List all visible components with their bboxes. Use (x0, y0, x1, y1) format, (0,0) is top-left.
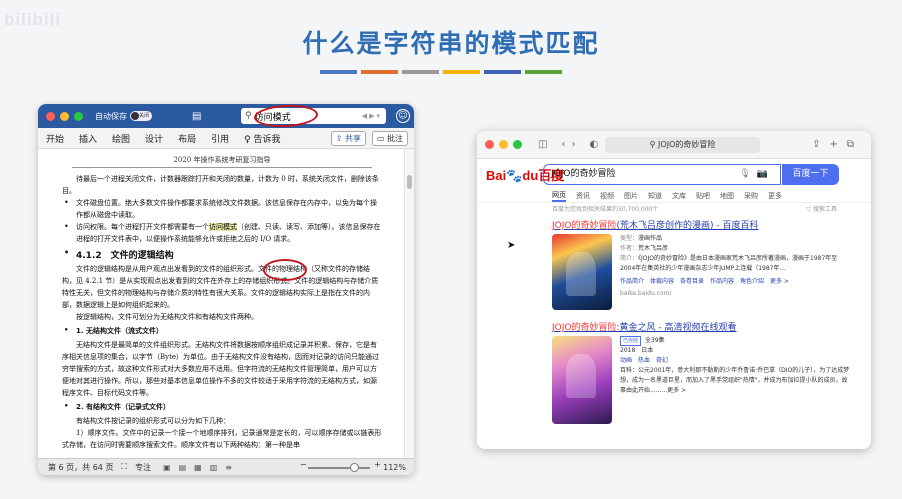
scroll-thumb[interactable] (407, 175, 412, 189)
zoom-slider-thumb[interactable] (350, 463, 359, 472)
autosave-label: 自动保存 (95, 111, 127, 121)
result-title-link[interactable]: JOJO的奇妙冒险(荒木飞吕彦创作的漫画) - 百度百科 (552, 218, 871, 231)
zoom-button[interactable] (74, 111, 83, 121)
status-badge: 已完结 (620, 336, 642, 346)
tab-references[interactable]: 引用 (211, 132, 229, 145)
slide-title: 什么是字符串的模式匹配 (302, 29, 600, 58)
view-mode-icons[interactable]: ▣▤▦▥≡ (163, 463, 240, 472)
baidu-tab[interactable]: 图片 (624, 191, 638, 201)
traffic-lights (46, 111, 83, 121)
privacy-shield-icon[interactable]: ◐ (589, 139, 598, 150)
doc-paragraph: 文件的逻辑结构是从用户观点出发看到的文件的组织形式。文件的物理结构（又称文件的存… (62, 265, 379, 309)
baidu-search-button[interactable]: 百度一下 (782, 164, 839, 185)
baidu-tabs: 网页 资讯 视频 图片 知道 文库 贴吧 地图 采购 更多 (477, 189, 871, 203)
doc-paragraph: 有结构文件按记录的组织形式可以分为如下几种： (76, 417, 230, 425)
search-icon: ⚲ (245, 111, 252, 121)
zoom-out-icon[interactable]: − (300, 460, 307, 469)
focus-label[interactable]: 专注 (135, 462, 151, 473)
tab-design[interactable]: 设计 (145, 132, 163, 145)
baidu-tab[interactable]: 地图 (720, 191, 734, 201)
result-source: baike.baidu.com/ (620, 290, 672, 297)
result-title-link[interactable]: JOJO的奇妙冒险:黄金之风 - 高清视频在线观看 (552, 320, 871, 333)
focus-mode-icon[interactable]: ⛶ (121, 462, 127, 472)
document-icon: ▤ (192, 110, 202, 122)
document-page[interactable]: 2020 年操作系统考研复习指导 待最后一个进程关闭文件，计数器跟踪打开和关闭的… (38, 149, 404, 458)
color-bar (320, 70, 562, 74)
result-sublinks[interactable]: 作品简介 体裁内容 各卷目录 作品内容 角色介绍 更多 > (620, 277, 850, 287)
tab-home[interactable]: 开始 (46, 132, 64, 145)
close-button[interactable] (485, 140, 494, 149)
result-thumbnail[interactable] (552, 336, 612, 424)
word-window: 自动保存 关闭 ▤ ⚲ 访问模式 ◀▶▾ ☺ 开始 插入 绘图 设计 布局 引用… (38, 104, 414, 475)
color-segment (525, 70, 562, 74)
safari-window: ◫ ‹› ◐ ⚲ JOJO的奇妙冒险 ⇪+⧉ Bai🐾du百度 JOJO的奇妙冒… (477, 131, 871, 449)
word-titlebar: 自动保存 关闭 ▤ ⚲ 访问模式 ◀▶▾ ☺ (38, 104, 414, 129)
vertical-scrollbar[interactable] (404, 149, 414, 458)
zoom-slider[interactable] (308, 463, 370, 472)
baidu-tab[interactable]: 网页 (552, 190, 566, 202)
color-segment (320, 70, 357, 74)
tab-insert[interactable]: 插入 (79, 132, 97, 145)
result-summary: 百科：公元2001年，意大利那不勒斯的少年乔鲁诺·乔巴拿（DIO的儿子），为了达… (620, 367, 850, 394)
baidu-tab[interactable]: 视频 (600, 191, 614, 201)
zoom-button[interactable] (513, 140, 522, 149)
color-segment (484, 70, 521, 74)
search-nav-icon[interactable]: ◀▶▾ (362, 112, 382, 120)
doc-bullet: 访问权限。每个进程打开文件都需要有一个访问模式（创建、只读、读写、添加等）。该信… (62, 221, 382, 245)
zoom-level: 112% (383, 462, 406, 472)
tab-tell-me[interactable]: ♀ 告诉我 (244, 132, 280, 145)
baidu-tab[interactable]: 资讯 (576, 191, 590, 201)
back-forward-icon[interactable]: ‹› (561, 139, 581, 150)
doc-paragraph: 按逻辑结构，文件可划分为无结构文件和有结构文件两种。 (76, 313, 258, 321)
doc-bullet: 文件磁盘位置。绝大多数文件操作都要求系统修改文件数据。该信息保存在内存中，以免为… (62, 197, 382, 221)
safari-toolbar: ◫ ‹› ◐ ⚲ JOJO的奇妙冒险 ⇪+⧉ (477, 131, 871, 159)
tab-draw[interactable]: 绘图 (112, 132, 130, 145)
doc-paragraph: 无结构文件是最简单的文件组织形式。无结构文件将数据按顺序组织成记录并积累、保存，… (62, 341, 380, 397)
autosave-toggle[interactable]: 关闭 (130, 111, 152, 121)
doc-paragraph: 待最后一个进程关闭文件，计数器跟踪打开和关闭的数量，计数为 0 时，系统关闭文件… (62, 175, 379, 195)
search-result: JOJO的奇妙冒险:黄金之风 - 高清视频在线观看 已完结 全39集 2018 日… (477, 320, 871, 424)
baidu-tab[interactable]: 知道 (648, 191, 662, 201)
minimize-button[interactable] (499, 140, 508, 149)
baidu-search-input[interactable]: JOJO的奇妙冒险 🎙📷 (543, 164, 781, 185)
annotation-circle (263, 259, 307, 281)
search-tools-button[interactable]: ▽ 搜索工具 (806, 203, 837, 216)
ribbon-tabs: 开始 插入 绘图 设计 布局 引用 ♀ 告诉我 ⇪ 共享 ▭ 批注 (38, 128, 414, 149)
result-count: 百度为您找到相关结果约30,700,000个 ▽ 搜索工具 (477, 203, 871, 216)
subsection-heading: 1. 无结构文件（流式文件） (62, 326, 382, 336)
address-bar[interactable]: ⚲ JOJO的奇妙冒险 (605, 137, 760, 153)
doc-paragraph: 1）顺序文件。文件中的记录一个接一个地顺序排列，记录通常是定长的，可以顺序存储或… (62, 429, 382, 449)
section-heading: 4.1.2 文件的逻辑结构 (64, 248, 382, 261)
feedback-smiley-icon[interactable]: ☺ (396, 109, 410, 123)
color-segment (402, 70, 439, 74)
close-button[interactable] (46, 111, 55, 121)
status-bar: 第 6 页，共 64 页 ⛶ 专注 ▣▤▦▥≡ − + 112% (38, 458, 414, 475)
baidu-tab[interactable]: 更多 (768, 191, 782, 201)
zoom-in-icon[interactable]: + (374, 460, 381, 469)
page-header: 2020 年操作系统考研复习指导 (72, 155, 372, 168)
share-tabs-icons[interactable]: ⇪+⧉ (812, 139, 863, 150)
page-count: 第 6 页，共 64 页 (48, 462, 114, 472)
baidu-header: Bai🐾du百度 JOJO的奇妙冒险 🎙📷 百度一下 (477, 159, 871, 189)
traffic-lights (485, 140, 522, 149)
baidu-tab[interactable]: 采购 (744, 191, 758, 201)
result-thumbnail[interactable] (552, 234, 612, 310)
search-result: JOJO的奇妙冒险(荒木飞吕彦创作的漫画) - 百度百科 类型：漫画作品 作者：… (477, 218, 871, 310)
sidebar-icon[interactable]: ◫ (538, 139, 547, 150)
share-button[interactable]: ⇪ 共享 (330, 131, 366, 146)
comment-button[interactable]: ▭ 批注 (371, 131, 408, 146)
tab-layout[interactable]: 布局 (178, 132, 196, 145)
highlighted-term: 访问模式 (209, 223, 237, 231)
baidu-tab[interactable]: 贴吧 (696, 191, 710, 201)
voice-camera-icons[interactable]: 🎙📷 (739, 165, 774, 184)
subsection-heading: 2. 有结构文件（记录式文件） (62, 402, 382, 412)
baidu-tab[interactable]: 文库 (672, 191, 686, 201)
minimize-button[interactable] (60, 111, 69, 121)
color-segment (443, 70, 480, 74)
color-segment (361, 70, 398, 74)
mouse-cursor-icon: ➤ (507, 240, 516, 251)
